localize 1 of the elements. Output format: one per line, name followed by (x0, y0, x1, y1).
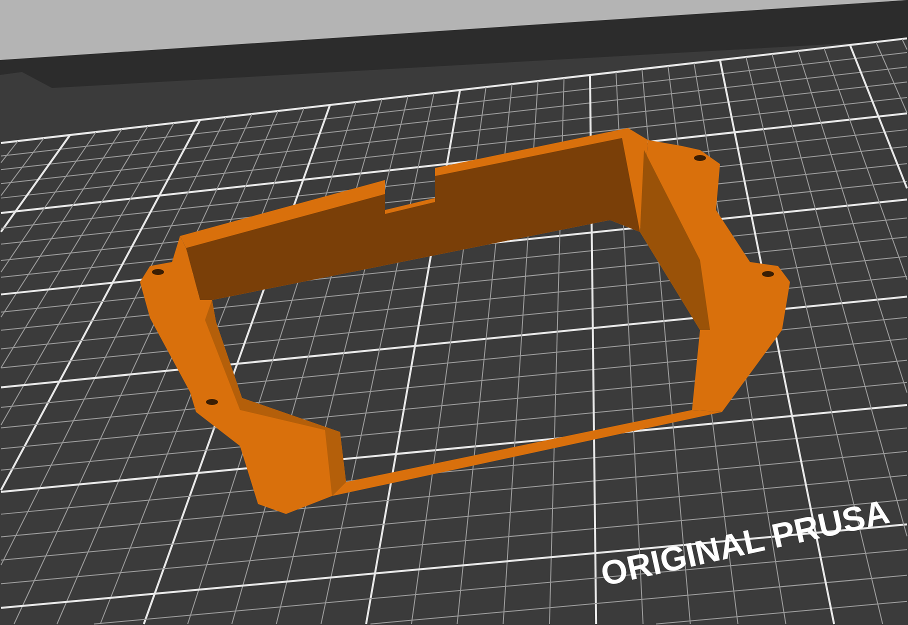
bed-label: ORIGINAL PRUSA (598, 493, 893, 594)
